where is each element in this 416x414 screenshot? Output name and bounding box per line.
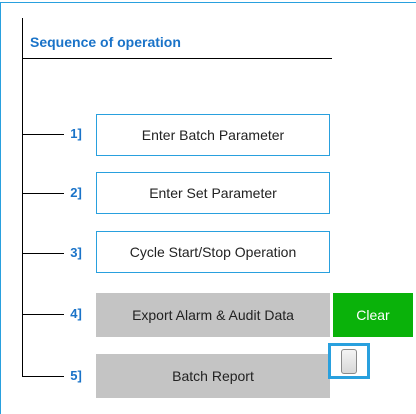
panel-top-border (0, 2, 416, 3)
step-4-number: 4] (70, 306, 82, 321)
step-5-connector (22, 376, 64, 377)
step-2-connector (22, 193, 64, 194)
enter-batch-parameter-button[interactable]: Enter Batch Parameter (96, 114, 330, 156)
step-4-connector (22, 314, 64, 315)
sequence-connector-line (22, 18, 23, 376)
panel-left-border (0, 2, 1, 414)
export-alarm-audit-button[interactable]: Export Alarm & Audit Data (96, 293, 330, 337)
enter-set-parameter-button[interactable]: Enter Set Parameter (96, 172, 330, 214)
step-3-number: 3] (70, 245, 82, 260)
batch-report-toggle[interactable] (328, 343, 370, 379)
step-1-connector (22, 134, 64, 135)
toggle-switch-icon (341, 348, 357, 374)
step-3-connector (22, 253, 64, 254)
cycle-start-stop-button[interactable]: Cycle Start/Stop Operation (96, 231, 330, 273)
sequence-panel: Sequence of operation 1] Enter Batch Par… (0, 0, 416, 414)
step-2-number: 2] (70, 185, 82, 200)
clear-button[interactable]: Clear (333, 293, 413, 337)
step-5-number: 5] (70, 368, 82, 383)
title-divider (22, 58, 332, 59)
batch-report-button[interactable]: Batch Report (96, 354, 330, 398)
step-1-number: 1] (70, 126, 82, 141)
panel-title: Sequence of operation (30, 34, 181, 50)
